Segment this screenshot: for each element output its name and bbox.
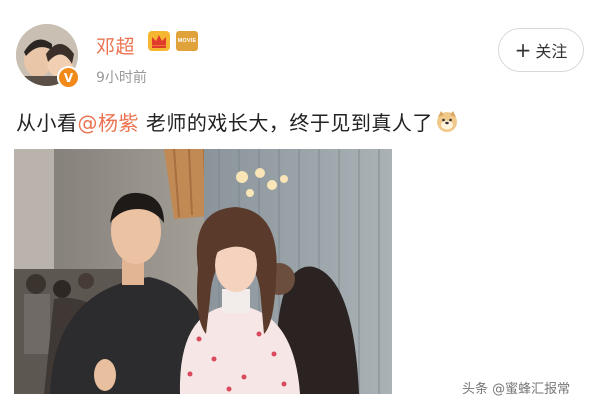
crown-icon	[148, 31, 170, 51]
doge-face-icon	[436, 111, 457, 132]
movie-badge: MOVIE	[176, 31, 198, 51]
follow-label: 关注	[535, 42, 568, 61]
post-text-suffix: 老师的戏长大，终于见到真人了	[139, 111, 433, 135]
post-timestamp[interactable]: 9小时前	[96, 67, 147, 87]
post-text-prefix: 从小看	[16, 111, 78, 135]
follow-button[interactable]: + 关注	[498, 28, 584, 72]
plus-icon: +	[514, 38, 532, 62]
author-name[interactable]: 邓超	[96, 32, 135, 59]
post-photo[interactable]	[14, 149, 392, 394]
verified-mark: V	[63, 70, 74, 85]
post-text: 从小看@杨紫 老师的戏长大，终于见到真人了	[16, 107, 459, 136]
mention-link[interactable]: @杨紫	[78, 111, 140, 135]
source-watermark: 头条 @蜜蜂汇报常	[462, 382, 571, 397]
verified-badge: V	[57, 66, 80, 89]
